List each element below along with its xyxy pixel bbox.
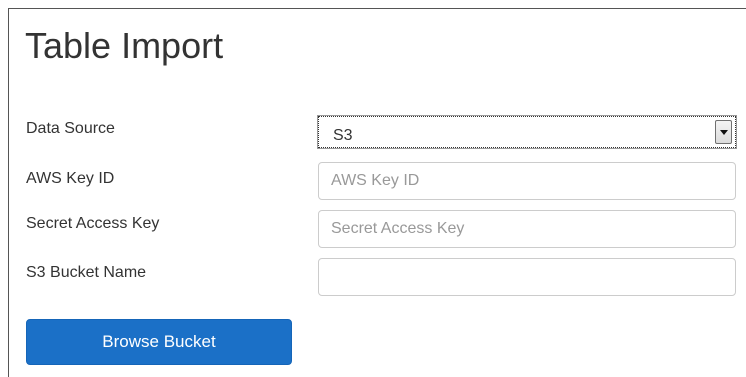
dropdown-arrow-button[interactable] bbox=[715, 120, 732, 144]
secret-access-key-input[interactable] bbox=[318, 210, 736, 248]
aws-key-id-label: AWS Key ID bbox=[26, 170, 115, 187]
data-source-label: Data Source bbox=[26, 120, 115, 137]
data-source-selected-value: S3 bbox=[333, 127, 353, 144]
aws-key-id-input[interactable] bbox=[318, 162, 736, 200]
secret-access-key-label: Secret Access Key bbox=[26, 215, 160, 232]
page-title: Table Import bbox=[25, 25, 224, 66]
data-source-select[interactable]: S3 bbox=[317, 115, 737, 149]
browse-bucket-button[interactable]: Browse Bucket bbox=[26, 319, 292, 365]
s3-bucket-name-input[interactable] bbox=[318, 258, 736, 296]
s3-bucket-name-label: S3 Bucket Name bbox=[26, 264, 147, 281]
chevron-down-icon bbox=[720, 130, 728, 135]
